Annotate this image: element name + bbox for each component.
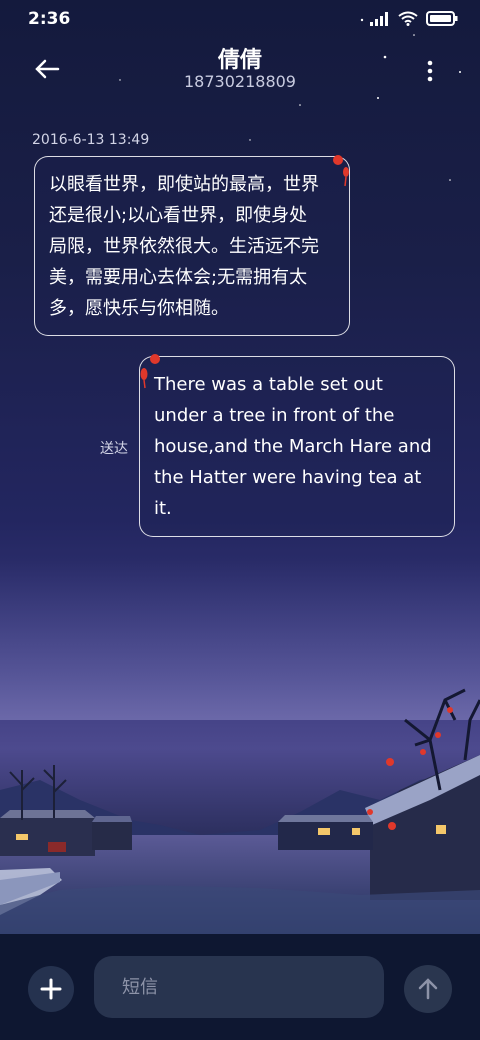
message-input[interactable] (94, 956, 384, 1018)
message-line: 以眼看世界，即使站的最高，世界 (49, 174, 319, 195)
message-line: it. (154, 498, 172, 519)
send-button[interactable] (404, 965, 452, 1013)
more-options-button[interactable] (418, 56, 442, 86)
incoming-message-bubble[interactable]: 以眼看世界，即使站的最高，世界 还是很小;以心看世界，即使身处 局限，世界依然很… (34, 156, 350, 336)
outgoing-message-bubble[interactable]: There was a table set out under a tree i… (139, 356, 455, 537)
message-line: the Hatter were having tea at (154, 467, 422, 488)
conversation-header: 倩倩 18730218809 (0, 40, 480, 100)
message-timestamp: 2016-6-13 13:49 (32, 132, 150, 148)
delivery-status: 送达 (100, 441, 128, 457)
plus-icon (40, 978, 62, 1000)
lantern-icon (140, 354, 160, 389)
message-line: house,and the March Hare and (154, 436, 432, 457)
message-line: 多，愿快乐与你相随。 (49, 298, 229, 319)
message-line: 局限，世界依然很大。生活远不完 (49, 236, 319, 257)
message-line: under a tree in front of the (154, 405, 395, 426)
arrow-up-icon (418, 978, 438, 1000)
composer-bar (0, 934, 480, 1040)
signal-icon (370, 11, 388, 26)
message-line: 还是很小;以心看世界，即使身处 (49, 205, 308, 226)
battery-icon (426, 11, 458, 26)
more-vertical-icon (427, 60, 433, 82)
wifi-icon (398, 11, 418, 26)
status-icons (370, 11, 458, 26)
message-input-field[interactable] (94, 956, 384, 1018)
add-attachment-button[interactable] (28, 966, 74, 1012)
status-bar: 2:36 (0, 0, 480, 40)
message-line: 美，需要用心去体会;无需拥有太 (49, 267, 308, 288)
contact-name: 倩倩 (217, 48, 262, 73)
message-line: There was a table set out (154, 374, 383, 395)
contact-phone: 18730218809 (184, 72, 296, 91)
lantern-icon (333, 155, 349, 187)
status-time: 2:36 (28, 9, 71, 29)
